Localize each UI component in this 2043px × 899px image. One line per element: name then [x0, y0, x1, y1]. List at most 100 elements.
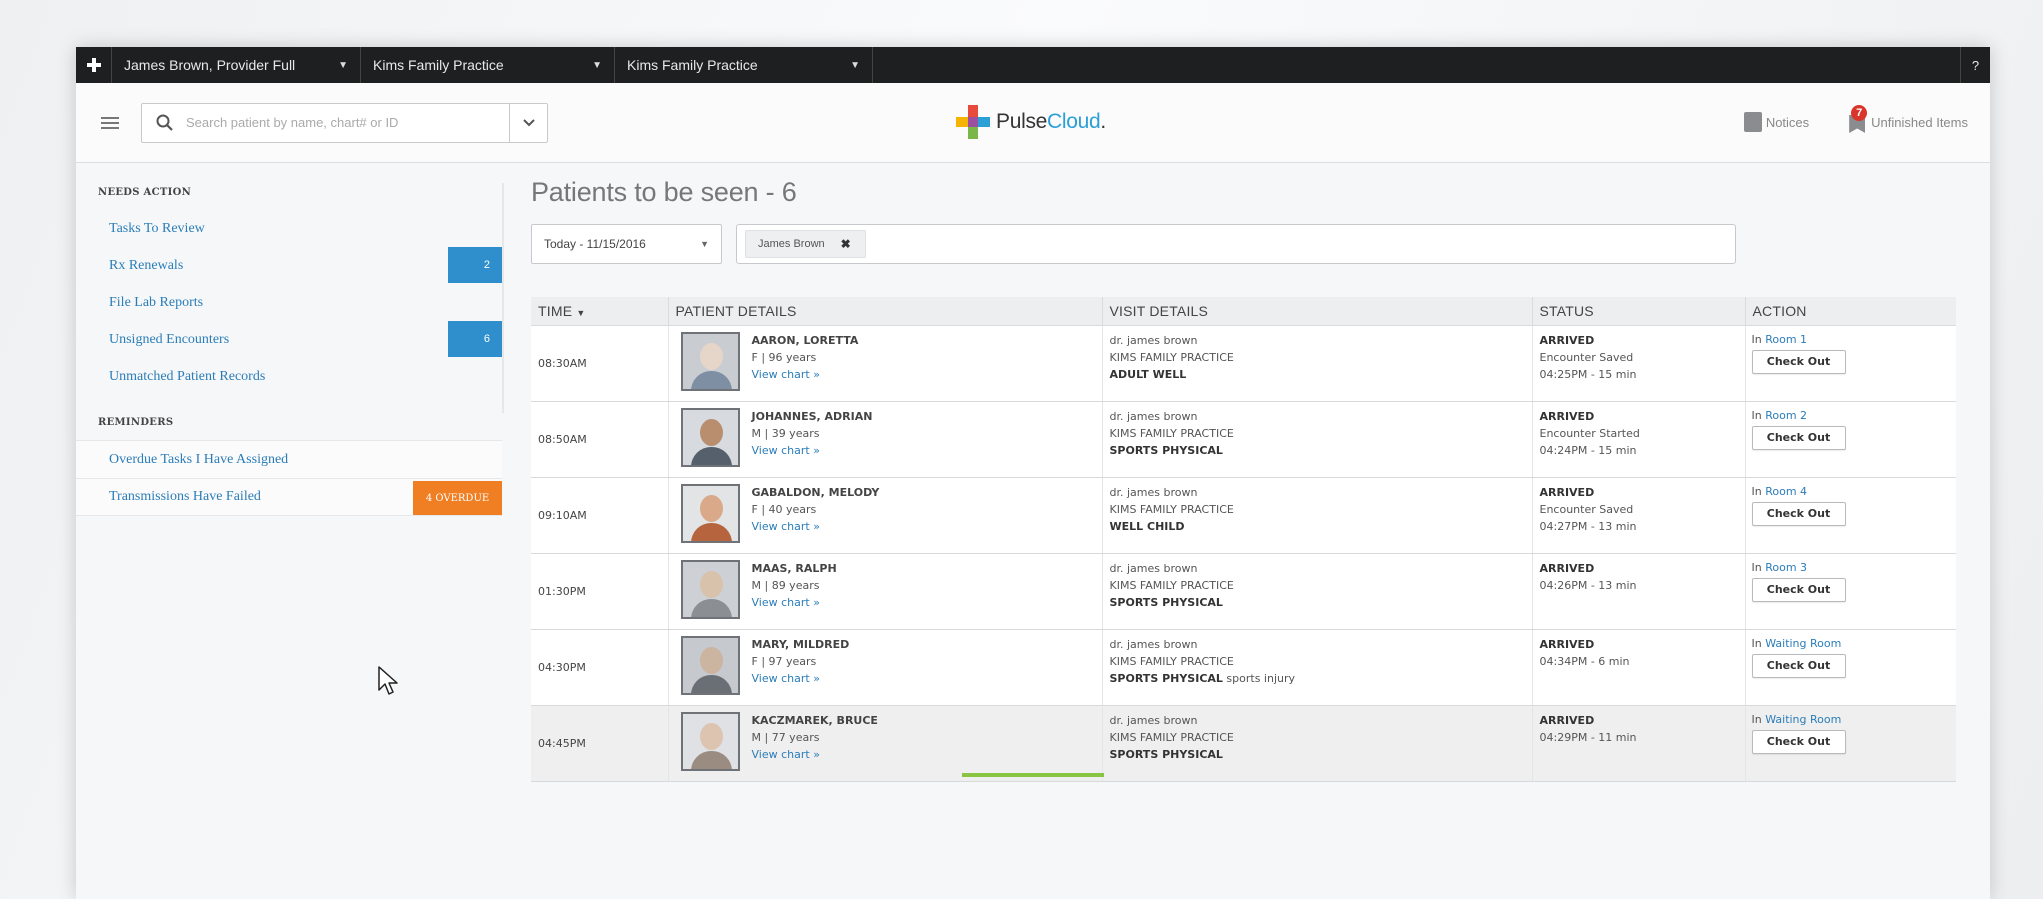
sidebar-item-file-lab-reports[interactable]: File Lab Reports [76, 284, 502, 321]
col-patient-label: PATIENT DETAILS [675, 302, 797, 319]
patient-name: KACZMAREK, BRUCE [751, 713, 878, 727]
table-row[interactable]: 04:30PM MARY, MILDRED F | 97 years View … [531, 629, 1956, 706]
view-chart-link[interactable]: View chart » [752, 594, 837, 611]
top-bar: James Brown, Provider Full ▼ Kims Family… [76, 47, 1990, 83]
provider-filter-input[interactable]: James Brown ✖ [736, 224, 1736, 264]
room-prefix: In [1751, 560, 1762, 574]
visit-practice: KIMS FAMILY PRACTICE [1109, 502, 1234, 516]
visit-provider: dr. james brown [1109, 561, 1198, 575]
status-detail: 04:34PM - 6 min [1539, 654, 1630, 668]
sidebar-item-label: Transmissions Have Failed [109, 489, 261, 504]
chevron-down-icon [522, 118, 535, 126]
mouse-cursor-icon [378, 666, 398, 695]
patient-photo [680, 635, 740, 695]
visit-practice: KIMS FAMILY PRACTICE [1109, 730, 1234, 744]
view-chart-link[interactable]: View chart » [752, 746, 878, 763]
status-detail: 04:29PM - 11 min [1539, 730, 1637, 744]
table-row[interactable]: 04:45PM KACZMAREK, BRUCE M | 77 years Vi… [531, 705, 1956, 782]
sidebar-item-label: Overdue Tasks I Have Assigned [109, 451, 289, 467]
room-link[interactable]: Room 4 [1765, 485, 1807, 498]
patient-demographics: F | 40 years [751, 502, 817, 516]
sidebar: NEEDS ACTION Tasks To Review Rx Renewals… [76, 163, 504, 516]
practice-dropdown-2[interactable]: Kims Family Practice ▼ [615, 47, 873, 83]
sidebar-item-unsigned-encounters[interactable]: Unsigned Encounters 6 [76, 321, 502, 358]
logo-text: PulseCloud. [996, 110, 1106, 134]
sidebar-item-transmissions-failed[interactable]: Transmissions Have Failed 4 OVERDUE [76, 478, 502, 515]
count-badge: 2 [448, 247, 502, 283]
col-visit-details: VISIT DETAILS [1102, 297, 1533, 326]
help-button[interactable]: ? [1960, 47, 1990, 83]
sidebar-item-overdue-tasks[interactable]: Overdue Tasks I Have Assigned [76, 441, 502, 478]
caret-down-icon: ▼ [850, 59, 860, 71]
status-time: 04:24PM - 15 min [1539, 443, 1637, 457]
room-link[interactable]: Room 1 [1765, 333, 1807, 346]
appt-time: 08:50AM [531, 401, 669, 478]
status-detail: Encounter Started [1539, 426, 1640, 440]
patient-photo [680, 559, 740, 619]
view-chart-link[interactable]: View chart » [752, 670, 850, 687]
practice-dropdown-1[interactable]: Kims Family Practice ▼ [361, 47, 615, 83]
check-out-button[interactable]: Check Out [1751, 501, 1846, 526]
table-row[interactable]: 08:30AM AARON, LORETTA F | 96 years View… [531, 325, 1956, 402]
reminders-section: REMINDERS Overdue Tasks I Have Assigned … [76, 417, 502, 516]
header-right: Notices 7 Unfinished Items [1743, 105, 1968, 133]
sidebar-item-unmatched-patient-records[interactable]: Unmatched Patient Records [76, 358, 502, 395]
search-dropdown-button[interactable] [509, 103, 547, 142]
visit-provider: dr. james brown [1109, 485, 1198, 499]
check-out-button[interactable]: Check Out [1751, 653, 1846, 678]
room-link[interactable]: Waiting Room [1765, 637, 1841, 650]
table-row[interactable]: 01:30PM MAAS, RALPH M | 89 years View ch… [531, 553, 1956, 630]
check-out-button[interactable]: Check Out [1751, 349, 1846, 374]
col-time[interactable]: TIME ▼ [531, 297, 669, 326]
appt-time: 09:10AM [531, 477, 669, 554]
pulsecloud-logo: PulseCloud. [956, 105, 1106, 139]
needs-action-title: NEEDS ACTION [98, 187, 192, 198]
col-status: STATUS [1532, 297, 1746, 326]
user-dropdown-label: James Brown, Provider Full [124, 57, 296, 73]
home-button[interactable] [76, 47, 112, 83]
check-out-button[interactable]: Check Out [1751, 577, 1846, 602]
appt-time: 01:30PM [531, 553, 669, 630]
sidebar-item-rx-renewals[interactable]: Rx Renewals 2 [76, 247, 502, 284]
status-label: ARRIVED [1539, 333, 1595, 347]
count-badge: 6 [448, 321, 502, 357]
caret-down-icon: ▼ [592, 59, 602, 71]
patient-photo [680, 331, 740, 391]
table-row[interactable]: 09:10AM GABALDON, MELODY F | 40 years Vi… [531, 477, 1956, 554]
room-prefix: In [1751, 484, 1762, 498]
room-link[interactable]: Room 2 [1765, 409, 1807, 422]
patient-demographics: M | 89 years [751, 578, 820, 592]
logo-cross-icon [956, 105, 990, 139]
patient-demographics: F | 97 years [751, 654, 817, 668]
notices-button[interactable]: Notices [1743, 112, 1809, 132]
overdue-badge: 4 OVERDUE [413, 481, 502, 515]
unfinished-items-button[interactable]: 7 Unfinished Items [1847, 105, 1968, 133]
search-icon [142, 114, 186, 131]
table-row[interactable]: 08:50AM JOHANNES, ADRIAN M | 39 years Vi… [531, 401, 1956, 478]
check-out-button[interactable]: Check Out [1751, 729, 1846, 754]
search-input[interactable] [186, 115, 509, 130]
patient-photo [680, 407, 740, 467]
sidebar-item-tasks-to-review[interactable]: Tasks To Review [76, 210, 502, 247]
appt-time: 04:45PM [531, 705, 669, 782]
status-label: ARRIVED [1539, 637, 1595, 651]
room-link[interactable]: Room 3 [1765, 561, 1807, 574]
status-detail: Encounter Saved [1539, 350, 1634, 364]
status-label: ARRIVED [1539, 485, 1595, 499]
filter-bar: Today - 11/15/2016 ▼ James Brown ✖ [531, 224, 1971, 264]
remove-chip-icon[interactable]: ✖ [841, 237, 851, 251]
check-out-button[interactable]: Check Out [1751, 425, 1846, 450]
view-chart-link[interactable]: View chart » [752, 518, 880, 535]
col-action: ACTION [1745, 297, 1956, 326]
provider-chip-label: James Brown [758, 238, 825, 250]
date-filter-select[interactable]: Today - 11/15/2016 ▼ [531, 224, 722, 264]
view-chart-link[interactable]: View chart » [752, 442, 873, 459]
user-dropdown[interactable]: James Brown, Provider Full ▼ [112, 47, 361, 83]
sidebar-item-label: Tasks To Review [109, 220, 205, 236]
main-content: Patients to be seen - 6 Today - 11/15/20… [531, 163, 1971, 782]
view-chart-link[interactable]: View chart » [752, 366, 859, 383]
hamburger-menu-icon[interactable] [101, 114, 119, 132]
room-link[interactable]: Waiting Room [1765, 713, 1841, 726]
page-title: Patients to be seen - 6 [531, 177, 797, 207]
patient-search [141, 102, 548, 143]
